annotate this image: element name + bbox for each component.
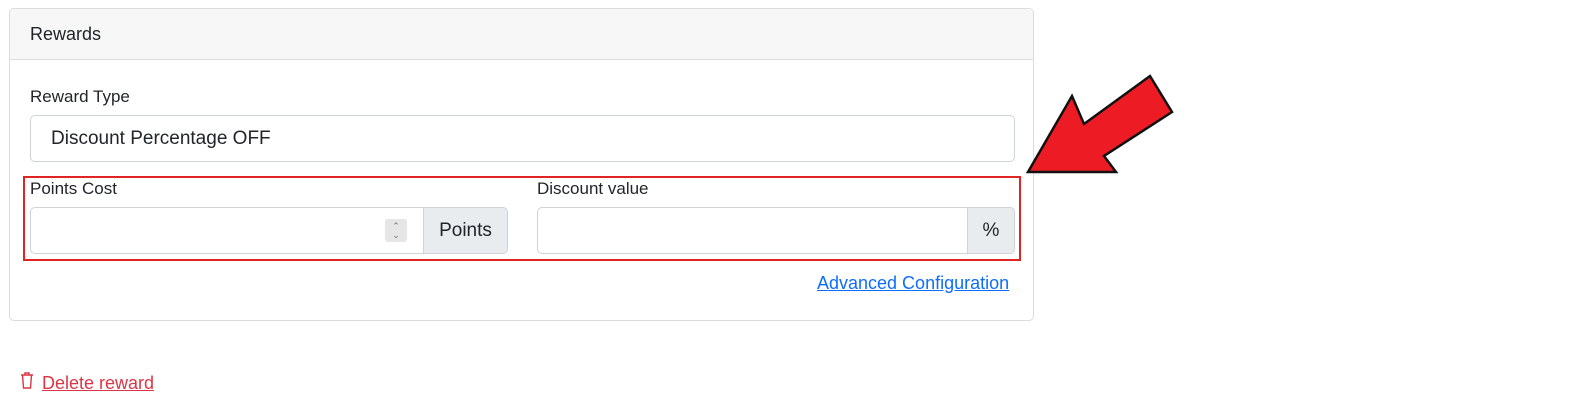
rewards-card: Rewards Reward Type Discount Percentage …	[9, 8, 1034, 321]
advanced-configuration-link[interactable]: Advanced Configuration	[817, 273, 1009, 294]
reward-type-select[interactable]: Discount Percentage OFF	[30, 115, 1015, 162]
trash-icon	[20, 372, 34, 394]
card-header: Rewards	[10, 9, 1033, 60]
card-title: Rewards	[30, 23, 102, 44]
delete-reward-link[interactable]: Delete reward	[20, 372, 154, 394]
reward-type-selected-value: Discount Percentage OFF	[51, 127, 271, 149]
delete-reward-label: Delete reward	[42, 372, 155, 393]
arrow-pointer-icon	[1020, 70, 1180, 185]
reward-type-label: Reward Type	[30, 87, 130, 106]
highlight-box	[23, 176, 1021, 261]
